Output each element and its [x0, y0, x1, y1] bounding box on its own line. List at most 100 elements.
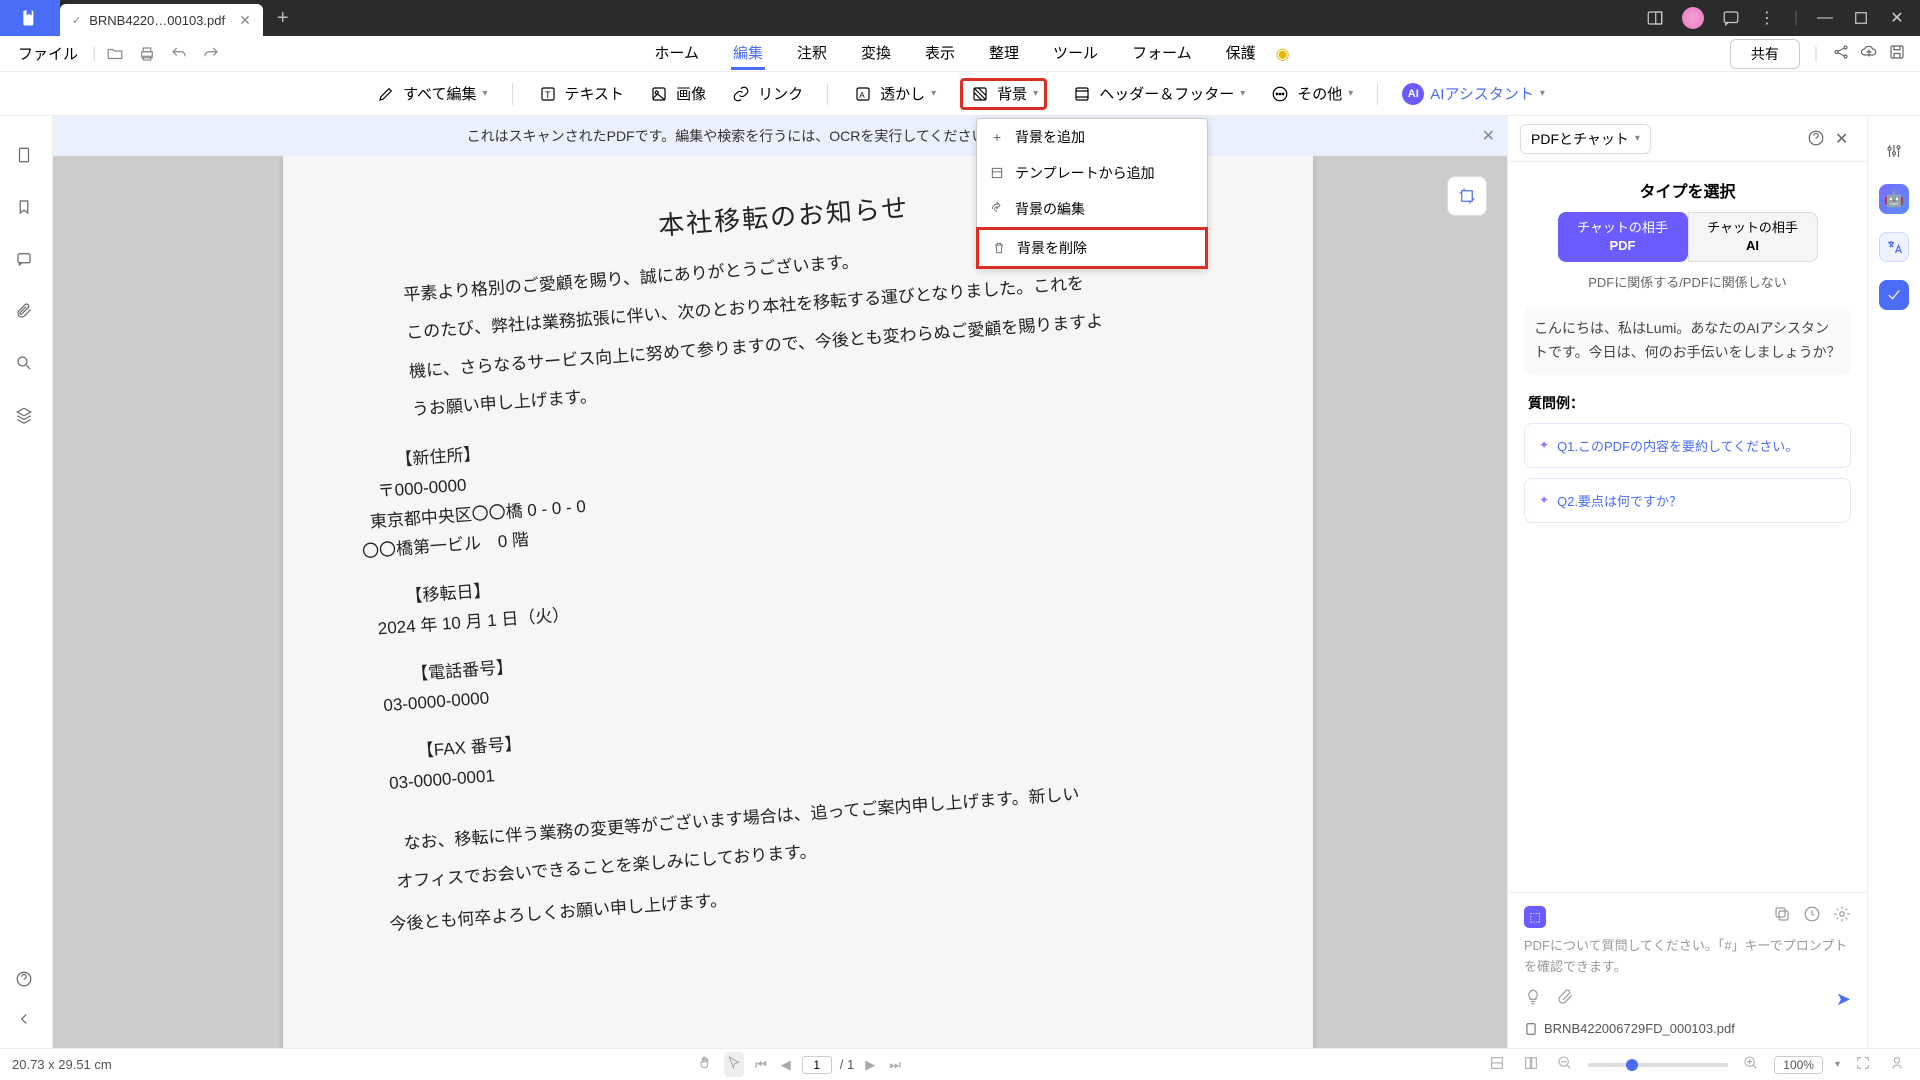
- hint-icon[interactable]: [1524, 988, 1542, 1011]
- dd-delete-background[interactable]: 背景を削除: [976, 227, 1208, 269]
- file-menu[interactable]: ファイル: [10, 43, 86, 64]
- attached-file[interactable]: BRNB422006729FD_000103.pdf: [1524, 1011, 1851, 1036]
- tab-convert[interactable]: 変換: [859, 38, 893, 70]
- dd-add-template[interactable]: テンプレートから追加: [977, 155, 1207, 191]
- app-logo-icon[interactable]: [0, 0, 60, 36]
- chat-mode-selector[interactable]: PDFとチャット ▾: [1520, 124, 1651, 154]
- window-minimize-icon[interactable]: —: [1816, 9, 1834, 27]
- tab-home[interactable]: ホーム: [652, 38, 701, 70]
- zoom-slider[interactable]: [1588, 1063, 1728, 1067]
- sample-question-2[interactable]: ✦Q2.要点は何ですか？: [1524, 478, 1851, 523]
- chat-input[interactable]: PDFについて質問してください。「#」キーでプロンプトを確認できます。: [1524, 936, 1851, 978]
- tab-organize[interactable]: 整理: [987, 38, 1021, 70]
- ocr-banner: これはスキャンされたPDFです。編集や検索を行うには、OCRを実行してください。…: [53, 116, 1507, 156]
- settings-icon[interactable]: [1833, 905, 1851, 928]
- sample-question-1[interactable]: ✦Q1.このPDFの内容を要約してください。: [1524, 423, 1851, 468]
- ai-robot-icon[interactable]: 🤖: [1879, 184, 1909, 214]
- hand-tool-icon[interactable]: [694, 1054, 716, 1075]
- text-button[interactable]: T テキスト: [537, 83, 625, 105]
- redo-icon[interactable]: [198, 41, 224, 67]
- ai-assistant-button[interactable]: AI AIアシスタント▾: [1402, 83, 1545, 105]
- prev-page-icon[interactable]: ◀: [778, 1057, 794, 1073]
- view-mode1-icon[interactable]: [1486, 1054, 1508, 1075]
- view-mode2-icon[interactable]: [1520, 1054, 1542, 1075]
- dd-add-background[interactable]: + 背景を追加: [977, 119, 1207, 155]
- share-button[interactable]: 共有: [1730, 39, 1800, 69]
- read-mode-icon[interactable]: [1886, 1054, 1908, 1075]
- sparkle-icon: ✦: [1539, 493, 1549, 507]
- plus-icon: +: [989, 129, 1005, 145]
- crop-float-button[interactable]: [1447, 176, 1487, 216]
- cloud-upload-icon[interactable]: [1860, 43, 1882, 65]
- check-icon[interactable]: [1879, 280, 1909, 310]
- select-tool-icon[interactable]: [724, 1052, 744, 1077]
- zoom-in-icon[interactable]: [1740, 1054, 1762, 1075]
- collapse-icon[interactable]: [15, 1010, 37, 1032]
- other-button[interactable]: その他▾: [1269, 83, 1353, 105]
- tab-tools[interactable]: ツール: [1051, 38, 1100, 70]
- dd-edit-background[interactable]: 背景の編集: [977, 191, 1207, 227]
- window-controls: ⋮ | — ✕: [1646, 7, 1920, 29]
- bookmark-icon[interactable]: [15, 198, 37, 220]
- document-tab[interactable]: ✓ BRNB4220…00103.pdf ✕: [60, 4, 263, 36]
- undo-icon[interactable]: [166, 41, 192, 67]
- link-icon: [730, 83, 752, 105]
- first-page-icon[interactable]: ⏮: [752, 1057, 770, 1073]
- zoom-value[interactable]: 100%: [1774, 1056, 1823, 1074]
- copy-icon[interactable]: [1773, 905, 1791, 928]
- sparkle-icon: ✦: [1539, 438, 1549, 452]
- translate-icon[interactable]: [1879, 232, 1909, 262]
- background-button[interactable]: 背景▾: [960, 78, 1047, 110]
- window-maximize-icon[interactable]: [1852, 9, 1870, 27]
- tab-comment[interactable]: 注釈: [795, 38, 829, 70]
- more-icon: [1269, 83, 1291, 105]
- send-button[interactable]: ➤: [1836, 989, 1851, 1010]
- new-tab-button[interactable]: +: [263, 7, 303, 30]
- page-input[interactable]: [802, 1056, 832, 1074]
- tab-form[interactable]: フォーム: [1130, 38, 1194, 70]
- attachment-icon[interactable]: [15, 302, 37, 324]
- banner-close-icon[interactable]: ✕: [1482, 126, 1495, 146]
- edit-toolbar: すべて編集▾ T テキスト 画像 リンク A 透かし▾ 背景▾ ヘッダー＆フッタ…: [0, 72, 1920, 116]
- window-close-icon[interactable]: ✕: [1888, 9, 1906, 27]
- document-page[interactable]: 本社移転のお知らせ 平素より格別のご愛顧を賜り、誠にありがとうございます。 この…: [283, 156, 1313, 1048]
- next-page-icon[interactable]: ▶: [862, 1057, 878, 1073]
- share-network-icon[interactable]: [1832, 43, 1854, 65]
- folder-icon[interactable]: [102, 41, 128, 67]
- link-button[interactable]: リンク: [730, 83, 803, 105]
- watermark-button[interactable]: A 透かし▾: [852, 83, 936, 105]
- edit-all-button[interactable]: すべて編集▾: [375, 83, 487, 105]
- panel-icon[interactable]: [1646, 9, 1664, 27]
- save-icon[interactable]: [1888, 43, 1910, 65]
- image-button[interactable]: 画像: [648, 83, 706, 105]
- tab-protect[interactable]: 保護: [1224, 38, 1258, 70]
- help-icon[interactable]: [15, 970, 37, 992]
- panel-close-icon[interactable]: ✕: [1835, 129, 1855, 149]
- thumbnail-icon[interactable]: [15, 146, 37, 168]
- chat-tab-ai[interactable]: チャットの相手 AI: [1688, 212, 1818, 262]
- search-icon[interactable]: [15, 354, 37, 376]
- header-footer-button[interactable]: ヘッダー＆フッター▾: [1071, 83, 1245, 105]
- print-icon[interactable]: [134, 41, 160, 67]
- left-sidebar: [0, 116, 53, 1048]
- user-avatar-icon[interactable]: [1682, 7, 1704, 29]
- chat-icon[interactable]: [1722, 9, 1740, 27]
- panel-help-icon[interactable]: [1807, 129, 1827, 149]
- bulb-icon[interactable]: ◉: [1264, 44, 1302, 64]
- attach-icon[interactable]: [1556, 988, 1574, 1011]
- question-header: 質問例：: [1508, 393, 1867, 423]
- chat-tab-pdf[interactable]: チャットの相手 PDF: [1558, 212, 1688, 262]
- kebab-menu-icon[interactable]: ⋮: [1758, 9, 1776, 27]
- comment-icon[interactable]: [15, 250, 37, 272]
- layers-icon[interactable]: [15, 406, 37, 428]
- svg-text:A: A: [859, 90, 865, 99]
- zoom-out-icon[interactable]: [1554, 1054, 1576, 1075]
- tab-edit[interactable]: 編集: [731, 38, 765, 70]
- tab-view[interactable]: 表示: [923, 38, 957, 70]
- sliders-icon[interactable]: [1879, 136, 1909, 166]
- tab-close-icon[interactable]: ✕: [239, 12, 251, 29]
- fit-screen-icon[interactable]: [1852, 1054, 1874, 1075]
- tab-check-icon: ✓: [72, 14, 81, 27]
- history-icon[interactable]: [1803, 905, 1821, 928]
- last-page-icon[interactable]: ⏭: [886, 1057, 904, 1073]
